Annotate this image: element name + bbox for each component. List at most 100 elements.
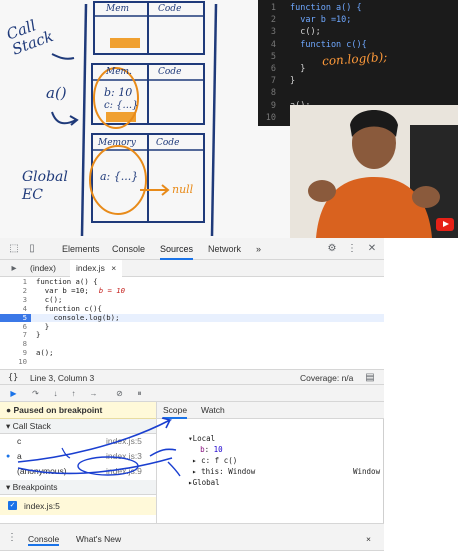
- drawer-tabbar: ⋮ Console What's New ×: [0, 523, 384, 551]
- step-into-icon[interactable]: ↓: [50, 388, 61, 399]
- resume-icon[interactable]: ▶: [8, 388, 19, 399]
- editor-line[interactable]: 8: [0, 340, 384, 349]
- box1-memory-label: Mem: [106, 4, 130, 14]
- video-code-line-number: 9: [270, 100, 276, 111]
- call-frame-a[interactable]: ● a index.js:3: [0, 449, 156, 464]
- editor-line[interactable]: 10: [0, 358, 384, 367]
- video-code-line-number: 6: [270, 64, 276, 74]
- inspect-element-icon[interactable]: ⬚: [8, 243, 20, 255]
- code-editor[interactable]: 1 function a() {2 var b =10; b = 10 3 c(); 4…: [0, 277, 384, 369]
- drawer-tab-console[interactable]: Console: [28, 532, 60, 546]
- devtools-top-tabbar: ⬚ ▯ Elements Console Sources Network » ⚙…: [0, 238, 384, 260]
- box2-memory-label: Mem.: [106, 67, 132, 77]
- editor-line[interactable]: 4 function c(){: [0, 303, 384, 314]
- frame-name: (anonymous): [17, 466, 67, 476]
- tab-elements[interactable]: Elements: [62, 238, 100, 260]
- step-over-icon[interactable]: ↷: [30, 388, 41, 399]
- box2-code-label: Code: [158, 67, 182, 77]
- more-options-icon[interactable]: ⋮: [346, 243, 358, 255]
- box3-memory-label: Memory: [98, 138, 136, 148]
- line-code: function c(){: [36, 303, 102, 313]
- tab-sources[interactable]: Sources: [160, 238, 194, 260]
- editor-line[interactable]: 5 console.log(b);: [0, 312, 384, 323]
- debugger-sidebar: ● Paused on breakpoint ▾ Call Stack c in…: [0, 402, 157, 523]
- a-call-label: a(): [46, 84, 67, 102]
- more-tabs-button[interactable]: »: [256, 238, 261, 260]
- scope-local[interactable]: ▾Local: [161, 422, 215, 443]
- tab-scope[interactable]: Scope: [163, 402, 188, 419]
- video-code-text: function a() {: [290, 3, 362, 13]
- frame-location: index.js:3: [106, 451, 142, 461]
- step-icon[interactable]: →: [88, 388, 99, 399]
- box2-entry-c: c: {...}: [104, 100, 139, 111]
- tab-network[interactable]: Network: [208, 238, 241, 260]
- box2-entry-b: b: 10: [104, 86, 133, 99]
- deactivate-breakpoints-icon[interactable]: ⊘: [114, 388, 125, 399]
- video-code-line-number: 1: [270, 3, 276, 13]
- video-code-line: 8: [258, 87, 458, 100]
- editor-line[interactable]: 9 a();: [0, 349, 384, 358]
- line-number[interactable]: 4: [0, 304, 31, 314]
- file-tab-index-js[interactable]: index.js ×: [70, 260, 123, 277]
- video-code-line-number: 5: [270, 51, 276, 62]
- video-code-line: 7}: [258, 75, 458, 88]
- tab-console[interactable]: Console: [112, 238, 145, 260]
- video-code-line-number: 10: [265, 112, 276, 123]
- video-code-line-number: 2: [270, 15, 276, 26]
- settings-gear-icon[interactable]: ⚙: [326, 243, 338, 255]
- scope-pane: Scope Watch ▾Local b: 10 ▸ c: f c() ▸ th…: [157, 402, 384, 523]
- close-tab-icon[interactable]: ×: [111, 263, 116, 273]
- scope-var-c[interactable]: ▸ c: f c(): [165, 444, 237, 465]
- file-tab-index-html[interactable]: (index): [30, 260, 56, 277]
- scope-tabbar: Scope Watch: [157, 402, 384, 419]
- file-tab-index-js-label: index.js: [76, 263, 105, 273]
- drawer-menu-icon[interactable]: ⋮: [6, 532, 18, 544]
- pause-on-exceptions-icon[interactable]: ⏸: [134, 388, 145, 399]
- video-code-line-number: 8: [270, 88, 276, 99]
- scope-global-value: Window: [353, 467, 381, 476]
- video-code-text: function c(){: [290, 39, 367, 50]
- video-frame: Call Stack Mem Code Mem. Code b: 10 c: {…: [0, 0, 458, 238]
- video-margin: [384, 238, 458, 551]
- box1-code-label: Code: [158, 4, 182, 14]
- presenter-image: [290, 105, 458, 238]
- close-drawer-icon[interactable]: ×: [366, 532, 371, 546]
- call-frame-c[interactable]: c index.js:5: [0, 434, 156, 449]
- call-stack-title: Call Stack: [12, 421, 51, 431]
- line-number[interactable]: 10: [0, 358, 31, 367]
- toggle-navigator-icon[interactable]: ▸: [8, 263, 20, 275]
- video-code-line: 4 function c(){: [258, 39, 458, 52]
- close-devtools-icon[interactable]: ✕: [366, 243, 378, 255]
- global-ec-label: Global EC: [22, 169, 68, 203]
- paused-text: Paused on breakpoint: [13, 405, 103, 415]
- breakpoint-checkbox[interactable]: ✓: [8, 501, 17, 510]
- editor-line[interactable]: 6 }: [0, 322, 384, 332]
- null-label: null: [172, 183, 194, 196]
- tab-watch[interactable]: Watch: [201, 402, 225, 419]
- device-toolbar-icon[interactable]: ▯: [26, 243, 38, 255]
- coverage-toggle-icon[interactable]: ▤: [364, 372, 376, 384]
- breakpoint-item[interactable]: ✓ index.js:5: [0, 497, 156, 515]
- call-stack-header[interactable]: ▾ Call Stack: [0, 419, 156, 434]
- call-frame-anonymous[interactable]: (anonymous) index.js:9: [0, 464, 156, 479]
- scope-var-b: b: 10: [200, 445, 223, 454]
- step-out-icon[interactable]: ↑: [68, 388, 79, 399]
- frame-name: a: [17, 451, 22, 461]
- expand-triangle-icon: ▾: [6, 421, 13, 431]
- line-number[interactable]: 5: [0, 313, 31, 323]
- inline-value: b = 10: [98, 285, 126, 295]
- breakpoints-header[interactable]: ▾ Breakpoints: [0, 480, 156, 495]
- frame-name: c: [17, 436, 22, 446]
- cursor-position: Line 3, Column 3: [30, 373, 95, 383]
- editor-line[interactable]: 7}: [0, 331, 384, 340]
- line-code: console.log(b);: [36, 312, 120, 322]
- scope-global[interactable]: ▸Global: [161, 466, 220, 487]
- breakpoints-title: Breakpoints: [12, 482, 58, 492]
- paused-banner: ● Paused on breakpoint: [0, 402, 156, 419]
- video-code-line: 3 c();: [258, 26, 458, 39]
- video-code-line: 1 function a() {: [258, 2, 458, 15]
- box3-entry-a: a: {...}: [100, 170, 139, 183]
- scope-var-this[interactable]: ▸ this: Window: [165, 455, 255, 476]
- pretty-print-button[interactable]: {}: [8, 370, 18, 386]
- drawer-tab-whats-new[interactable]: What's New: [76, 532, 121, 546]
